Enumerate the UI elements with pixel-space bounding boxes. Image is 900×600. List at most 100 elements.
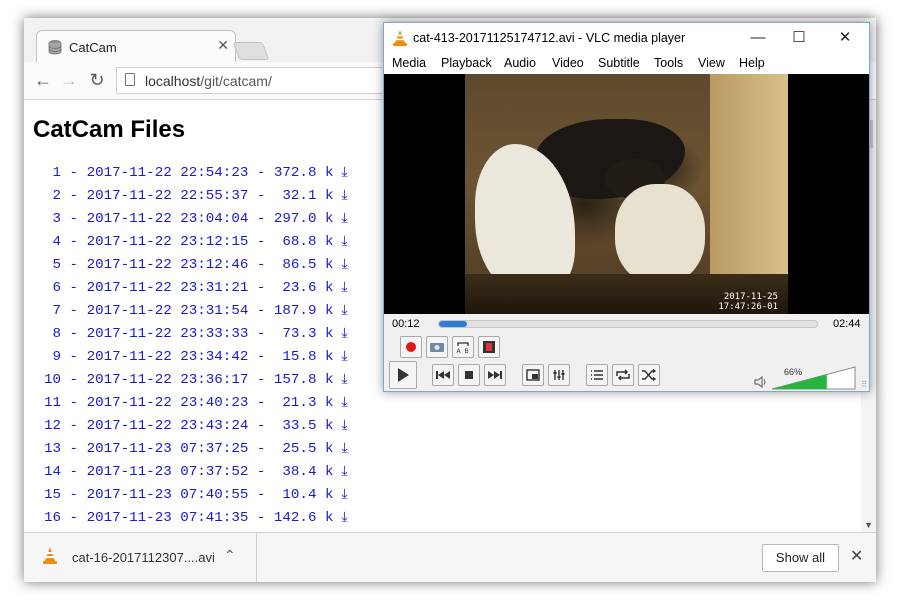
file-timestamp[interactable]: 2017-11-22 23:04:04 [87, 211, 249, 227]
stop-button[interactable] [458, 364, 480, 386]
download-bar: cat-16-2017112307....avi ⌃ Show all ✕ [24, 532, 876, 582]
previous-button[interactable] [432, 364, 454, 386]
loop-button[interactable] [612, 364, 634, 386]
file-row[interactable]: 2 - 2017-11-22 22:55:37 - 32.1 k ⤓ [44, 185, 348, 208]
show-all-button[interactable]: Show all [762, 544, 839, 572]
file-row[interactable]: 9 - 2017-11-22 23:34:42 - 15.8 k ⤓ [44, 346, 348, 369]
index-pad [44, 165, 53, 181]
download-icon[interactable]: ⤓ [342, 372, 348, 388]
file-timestamp[interactable]: 2017-11-23 07:41:35 [87, 510, 249, 526]
record-icon [406, 342, 416, 352]
file-row[interactable]: 4 - 2017-11-22 23:12:15 - 68.8 k ⤓ [44, 231, 348, 254]
menu-playback[interactable]: Playback [441, 56, 492, 70]
file-row[interactable]: 5 - 2017-11-22 23:12:46 - 86.5 k ⤓ [44, 254, 348, 277]
menu-subtitle[interactable]: Subtitle [598, 56, 640, 70]
playlist-icon [591, 370, 603, 380]
file-timestamp[interactable]: 2017-11-22 23:12:46 [87, 257, 249, 273]
download-icon[interactable]: ⤓ [342, 257, 348, 273]
seek-slider[interactable] [438, 320, 818, 328]
fullscreen-button[interactable] [522, 364, 544, 386]
file-row[interactable]: 14 - 2017-11-23 07:37:52 - 38.4 k ⤓ [44, 461, 348, 484]
download-icon[interactable]: ⤓ [342, 464, 348, 480]
file-timestamp[interactable]: 2017-11-22 23:34:42 [87, 349, 249, 365]
file-timestamp[interactable]: 2017-11-22 23:31:54 [87, 303, 249, 319]
file-timestamp[interactable]: 2017-11-22 23:12:15 [87, 234, 249, 250]
download-icon[interactable]: ⤓ [342, 234, 348, 250]
file-timestamp[interactable]: 2017-11-22 23:40:23 [87, 395, 249, 411]
close-download-bar-icon[interactable]: ✕ [850, 546, 863, 566]
file-row[interactable]: 8 - 2017-11-22 23:33:33 - 73.3 k ⤓ [44, 323, 348, 346]
menu-help[interactable]: Help [739, 56, 765, 70]
menu-tools[interactable]: Tools [654, 56, 683, 70]
file-row[interactable]: 3 - 2017-11-22 23:04:04 - 297.0 k ⤓ [44, 208, 348, 231]
file-row[interactable]: 11 - 2017-11-22 23:40:23 - 21.3 k ⤓ [44, 392, 348, 415]
file-index: 2 [52, 188, 62, 204]
address-bar[interactable]: localhost/git/catcam/ [116, 67, 396, 94]
tab-catcam[interactable]: CatCam ✕ [36, 30, 236, 64]
download-icon[interactable]: ⤓ [342, 418, 348, 434]
download-icon[interactable]: ⤓ [342, 510, 348, 526]
frame-by-frame-button[interactable] [478, 336, 500, 358]
file-row[interactable]: 12 - 2017-11-22 23:43:24 - 33.5 k ⤓ [44, 415, 348, 438]
file-index: 12 [44, 418, 62, 434]
download-icon[interactable]: ⤓ [342, 349, 348, 365]
chevron-up-icon[interactable]: ⌃ [224, 547, 236, 564]
next-button[interactable] [484, 364, 506, 386]
vlc-titlebar[interactable]: cat-413-20171125174712.avi - VLC media p… [384, 23, 869, 53]
resize-grip[interactable]: ⠿ [861, 380, 867, 389]
new-tab-button[interactable] [232, 42, 270, 60]
file-timestamp[interactable]: 2017-11-22 22:54:23 [87, 165, 249, 181]
file-timestamp[interactable]: 2017-11-23 07:40:55 [87, 487, 249, 503]
play-button[interactable] [389, 361, 417, 389]
playlist-button[interactable] [586, 364, 608, 386]
maximize-icon[interactable]: ☐ [784, 26, 814, 50]
index-pad [44, 234, 53, 250]
file-row[interactable]: 1 - 2017-11-22 22:54:23 - 372.8 k ⤓ [44, 162, 348, 185]
download-icon[interactable]: ⤓ [342, 211, 348, 227]
menu-audio[interactable]: Audio [504, 56, 536, 70]
back-icon[interactable]: ← [32, 69, 54, 91]
minimize-icon[interactable]: — [743, 26, 773, 50]
file-timestamp[interactable]: 2017-11-22 23:43:24 [87, 418, 249, 434]
reload-icon[interactable]: ↻ [86, 69, 108, 91]
scroll-down-icon[interactable]: ▼ [864, 520, 873, 530]
shuffle-button[interactable] [638, 364, 660, 386]
video-background-wall [710, 74, 788, 284]
download-icon[interactable]: ⤓ [342, 395, 348, 411]
file-timestamp[interactable]: 2017-11-22 23:36:17 [87, 372, 249, 388]
close-icon[interactable]: ✕ [830, 26, 860, 50]
menu-view[interactable]: View [698, 56, 725, 70]
download-icon[interactable]: ⤓ [342, 188, 348, 204]
download-item[interactable]: cat-16-2017112307....avi ⌃ [24, 533, 257, 582]
snapshot-button[interactable] [426, 336, 448, 358]
download-icon[interactable]: ⤓ [342, 487, 348, 503]
video-area[interactable]: 2017-11-25 17:47:26-01 [384, 74, 869, 314]
download-icon[interactable]: ⤓ [342, 280, 348, 296]
download-icon[interactable]: ⤓ [342, 326, 348, 342]
download-icon[interactable]: ⤓ [342, 303, 348, 319]
file-row[interactable]: 13 - 2017-11-23 07:37:25 - 25.5 k ⤓ [44, 438, 348, 461]
file-timestamp[interactable]: 2017-11-22 23:33:33 [87, 326, 249, 342]
file-timestamp[interactable]: 2017-11-22 23:31:21 [87, 280, 249, 296]
menu-media[interactable]: Media [392, 56, 426, 70]
file-row[interactable]: 7 - 2017-11-22 23:31:54 - 187.9 k ⤓ [44, 300, 348, 323]
file-timestamp[interactable]: 2017-11-23 07:37:52 [87, 464, 249, 480]
tab-close-icon[interactable]: ✕ [217, 37, 229, 54]
record-button[interactable] [400, 336, 422, 358]
page-info-icon[interactable] [125, 73, 135, 86]
download-icon[interactable]: ⤓ [342, 441, 348, 457]
file-row[interactable]: 15 - 2017-11-23 07:40:55 - 10.4 k ⤓ [44, 484, 348, 507]
extended-settings-button[interactable] [548, 364, 570, 386]
file-timestamp[interactable]: 2017-11-23 07:37:25 [87, 441, 249, 457]
forward-icon[interactable]: → [58, 69, 80, 91]
file-row[interactable]: 6 - 2017-11-22 23:31:21 - 23.6 k ⤓ [44, 277, 348, 300]
loop-ab-button[interactable]: AB [452, 336, 474, 358]
speaker-icon[interactable] [754, 376, 768, 388]
file-timestamp[interactable]: 2017-11-22 22:55:37 [87, 188, 249, 204]
database-icon [48, 40, 62, 55]
url-text[interactable]: localhost/git/catcam/ [145, 73, 272, 89]
menu-video[interactable]: Video [552, 56, 584, 70]
download-icon[interactable]: ⤓ [342, 165, 348, 181]
file-row[interactable]: 10 - 2017-11-22 23:36:17 - 157.8 k ⤓ [44, 369, 348, 392]
file-row[interactable]: 16 - 2017-11-23 07:41:35 - 142.6 k ⤓ [44, 507, 348, 530]
